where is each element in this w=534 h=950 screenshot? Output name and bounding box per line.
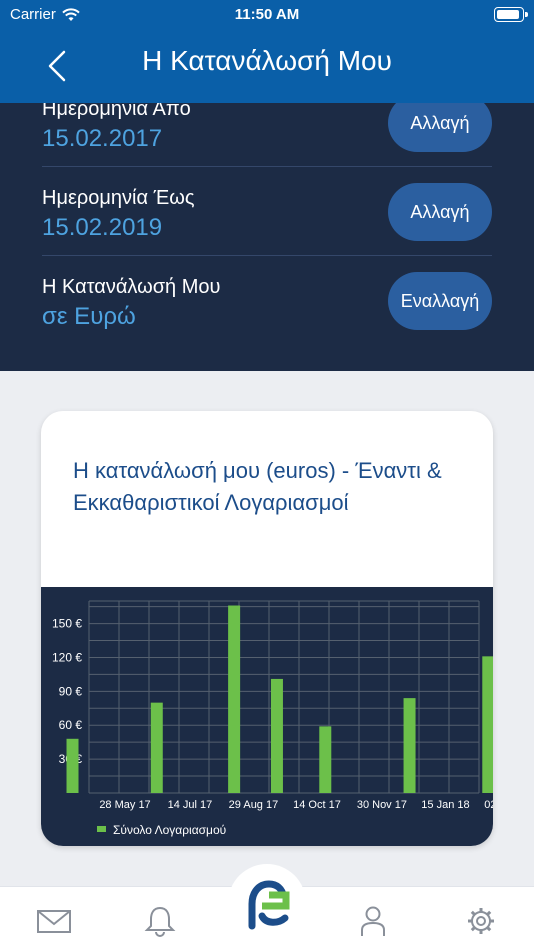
gear-icon[interactable]	[463, 905, 499, 937]
divider	[42, 166, 492, 167]
x-tick-label: 29 Aug 17	[229, 799, 279, 811]
bar	[66, 738, 79, 793]
date-from-row: Ημερομηνία Από 15.02.2017 Αλλαγή	[42, 94, 492, 182]
navigation-bar: Carrier 11:50 AM Η Κατανάλωσή Μου	[0, 0, 534, 103]
date-to-row: Ημερομηνία Έως 15.02.2019 Αλλαγή	[42, 183, 492, 271]
y-tick-label: 90 €	[59, 684, 83, 698]
filter-panel: Ημερομηνία Από 15.02.2017 Αλλαγή Ημερομη…	[0, 78, 534, 371]
x-tick-label: 14 Oct 17	[293, 799, 341, 811]
home-tab[interactable]	[228, 864, 306, 942]
x-tick-label: 15 Jan 18	[421, 799, 469, 811]
y-tick-label: 60 €	[59, 718, 83, 732]
battery-icon	[494, 7, 528, 22]
bar	[270, 678, 283, 793]
bar	[319, 726, 332, 793]
unit-label: Η Κατανάλωσή Μου	[42, 276, 221, 298]
chart-area: 30 €60 €90 €120 €150 €28 May 17 14 Jul 17…	[41, 587, 493, 846]
bar	[150, 702, 163, 793]
legend-swatch	[97, 826, 106, 832]
x-tick-label: 28 May 17	[99, 799, 150, 811]
change-date-to-button[interactable]: Αλλαγή	[388, 183, 492, 241]
toggle-unit-button[interactable]: Εναλλαγή	[388, 272, 492, 330]
mail-icon[interactable]	[36, 905, 72, 937]
divider	[42, 255, 492, 256]
bar	[403, 698, 416, 793]
status-bar: Carrier 11:50 AM	[0, 5, 534, 25]
chart-card-title: Η κατανάλωσή μου (euros) - Έναντι & Εκκα…	[73, 458, 442, 515]
date-to-value: 15.02.2019	[42, 214, 163, 241]
y-tick-label: 120 €	[52, 650, 82, 664]
unit-value: σε Ευρώ	[42, 303, 136, 330]
legend-label: Σύνολο Λογαριασμού	[113, 823, 226, 837]
x-tick-label: 02 Mar 18	[484, 799, 493, 811]
unit-row: Η Κατανάλωσή Μου σε Ευρώ Εναλλαγή	[42, 272, 492, 360]
date-to-label: Ημερομηνία Έως	[42, 187, 195, 209]
bar	[482, 656, 493, 793]
user-icon[interactable]	[355, 905, 391, 937]
page-title: Η Κατανάλωσή Μου	[142, 45, 392, 76]
status-time: 11:50 AM	[234, 6, 300, 23]
bell-icon[interactable]	[142, 905, 178, 937]
x-tick-label: 14 Jul 17	[168, 799, 213, 811]
x-tick-label: 30 Nov 17	[357, 799, 407, 811]
consumption-chart-card: Η κατανάλωσή μου (euros) - Έναντι & Εκκα…	[41, 411, 493, 846]
y-tick-label: 150 €	[52, 617, 82, 631]
logo-icon	[248, 880, 290, 930]
bar	[228, 605, 241, 793]
bar-chart: 30 €60 €90 €120 €150 €28 May 17 14 Jul 17…	[52, 600, 493, 837]
date-from-value: 15.02.2017	[42, 125, 163, 152]
